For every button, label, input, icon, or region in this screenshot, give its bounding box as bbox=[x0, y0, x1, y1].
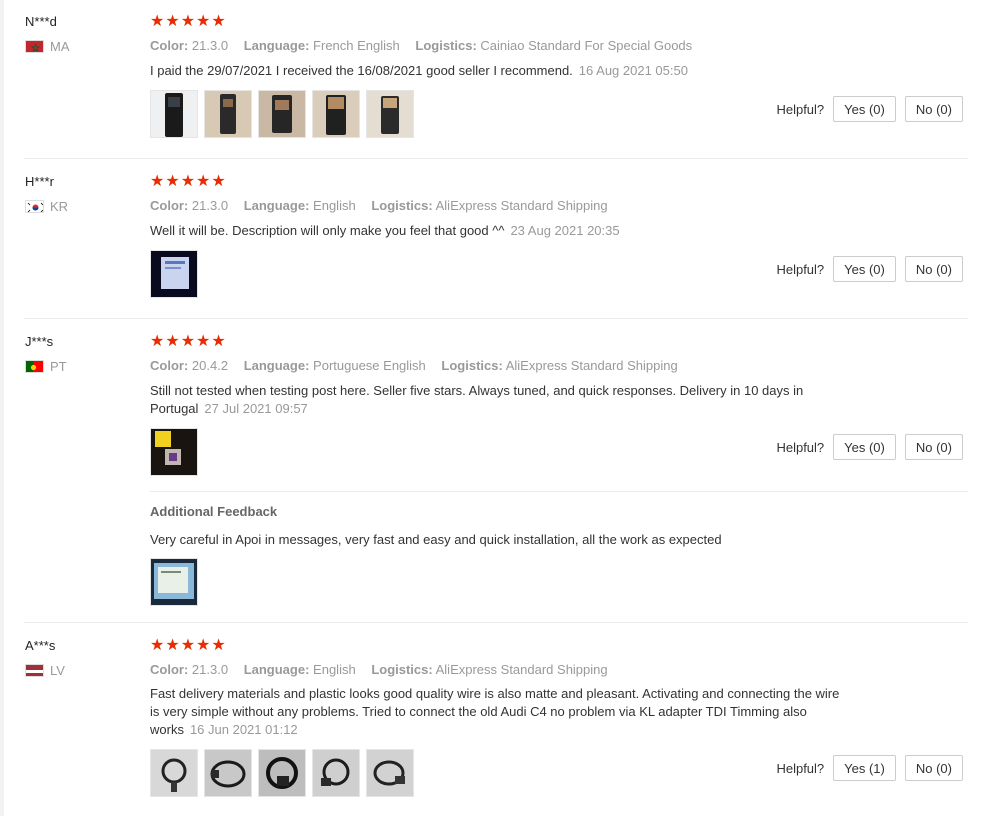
language-label: Language: bbox=[243, 38, 310, 53]
review-attributes: Color: 21.3.0 Language: English Logistic… bbox=[150, 662, 620, 677]
page-left-edge bbox=[0, 0, 4, 816]
language-label: Language: bbox=[243, 358, 310, 373]
star-rating: ★★★★★ bbox=[150, 333, 227, 350]
review-photo[interactable] bbox=[312, 90, 360, 138]
review-photo[interactable] bbox=[312, 749, 360, 797]
language-value: English bbox=[313, 662, 356, 677]
helpful-yes-button[interactable]: Yes (0) bbox=[833, 96, 896, 122]
helpful-label: Helpful? bbox=[776, 101, 825, 117]
color-value: 20.4.2 bbox=[191, 358, 229, 373]
logistics-value: AliExpress Standard Shipping bbox=[435, 198, 608, 213]
review-date: 16 Aug 2021 05:50 bbox=[578, 63, 688, 78]
color-label: Color: bbox=[150, 358, 189, 373]
additional-feedback-title: Additional Feedback bbox=[150, 504, 278, 519]
color-value: 21.3.0 bbox=[191, 662, 229, 677]
star-rating: ★★★★★ bbox=[150, 173, 227, 190]
country-code: LV bbox=[50, 663, 65, 678]
additional-feedback-text: Very careful in Apoi in messages, very f… bbox=[150, 532, 722, 547]
reviewer-country: MA bbox=[25, 39, 70, 54]
star-rating: ★★★★★ bbox=[150, 637, 227, 654]
review-text: Well it will be. Description will only m… bbox=[150, 222, 850, 240]
flag-pt-icon bbox=[25, 360, 44, 373]
review-images bbox=[150, 90, 414, 138]
review-date: 23 Aug 2021 20:35 bbox=[510, 223, 620, 238]
review-photo[interactable] bbox=[366, 90, 414, 138]
country-code: PT bbox=[50, 359, 67, 374]
review-photo[interactable] bbox=[258, 90, 306, 138]
helpful-controls: Helpful? Yes (0) No (0) bbox=[776, 434, 963, 460]
flag-kr-icon bbox=[25, 200, 44, 213]
reviewer-name: A***s bbox=[25, 638, 56, 653]
flag-ma-icon bbox=[25, 40, 44, 53]
logistics-value: Cainiao Standard For Special Goods bbox=[480, 38, 693, 53]
star-rating: ★★★★★ bbox=[150, 13, 227, 30]
review-text: Still not tested when testing post here.… bbox=[150, 382, 850, 418]
reviewer-name: J***s bbox=[25, 334, 54, 349]
color-value: 21.3.0 bbox=[191, 38, 229, 53]
review-photo[interactable] bbox=[150, 428, 198, 476]
review-date: 16 Jun 2021 01:12 bbox=[189, 722, 298, 737]
language-value: English bbox=[313, 198, 356, 213]
helpful-yes-button[interactable]: Yes (0) bbox=[833, 256, 896, 282]
review-attributes: Color: 20.4.2 Language: Portuguese Engli… bbox=[150, 358, 690, 373]
review-images bbox=[150, 250, 198, 298]
reviewer-country: PT bbox=[25, 359, 67, 374]
review-date: 27 Jul 2021 09:57 bbox=[204, 401, 308, 416]
color-label: Color: bbox=[150, 38, 189, 53]
review-separator bbox=[24, 318, 968, 319]
logistics-label: Logistics: bbox=[415, 38, 477, 53]
review-separator bbox=[24, 622, 968, 623]
language-label: Language: bbox=[243, 662, 310, 677]
helpful-no-button[interactable]: No (0) bbox=[904, 256, 963, 282]
color-label: Color: bbox=[150, 662, 189, 677]
logistics-label: Logistics: bbox=[441, 358, 503, 373]
helpful-yes-button[interactable]: Yes (0) bbox=[833, 434, 896, 460]
logistics-label: Logistics: bbox=[371, 198, 433, 213]
language-value: French English bbox=[313, 38, 400, 53]
review-photo[interactable] bbox=[366, 749, 414, 797]
language-value: Portuguese English bbox=[313, 358, 426, 373]
helpful-controls: Helpful? Yes (0) No (0) bbox=[776, 96, 963, 122]
additional-feedback-separator bbox=[150, 491, 968, 492]
helpful-label: Helpful? bbox=[776, 760, 825, 776]
review-photo[interactable] bbox=[204, 749, 252, 797]
helpful-controls: Helpful? Yes (0) No (0) bbox=[776, 256, 963, 282]
logistics-value: AliExpress Standard Shipping bbox=[435, 662, 608, 677]
review-photo[interactable] bbox=[150, 558, 198, 606]
helpful-no-button[interactable]: No (0) bbox=[904, 96, 963, 122]
review-photo[interactable] bbox=[150, 250, 198, 298]
review-photo[interactable] bbox=[150, 749, 198, 797]
reviewer-name: H***r bbox=[25, 174, 54, 189]
language-label: Language: bbox=[243, 198, 310, 213]
additional-feedback-images bbox=[150, 558, 198, 606]
helpful-yes-button[interactable]: Yes (1) bbox=[833, 755, 896, 781]
helpful-label: Helpful? bbox=[776, 261, 825, 277]
helpful-no-button[interactable]: No (0) bbox=[904, 755, 963, 781]
color-value: 21.3.0 bbox=[191, 198, 229, 213]
review-body: I paid the 29/07/2021 I received the 16/… bbox=[150, 63, 573, 78]
country-code: KR bbox=[50, 199, 69, 214]
review-photo[interactable] bbox=[150, 90, 198, 138]
review-body: Well it will be. Description will only m… bbox=[150, 223, 505, 238]
review-photo[interactable] bbox=[258, 749, 306, 797]
review-separator bbox=[24, 158, 968, 159]
review-text: Fast delivery materials and plastic look… bbox=[150, 685, 850, 739]
country-code: MA bbox=[50, 39, 70, 54]
review-photo[interactable] bbox=[204, 90, 252, 138]
review-attributes: Color: 21.3.0 Language: English Logistic… bbox=[150, 198, 620, 213]
review-images bbox=[150, 428, 198, 476]
flag-lv-icon bbox=[25, 664, 44, 677]
review-attributes: Color: 21.3.0 Language: French English L… bbox=[150, 38, 704, 53]
color-label: Color: bbox=[150, 198, 189, 213]
helpful-label: Helpful? bbox=[776, 439, 825, 455]
logistics-value: AliExpress Standard Shipping bbox=[505, 358, 678, 373]
review-images bbox=[150, 749, 414, 797]
reviewer-country: LV bbox=[25, 663, 65, 678]
reviewer-name: N***d bbox=[25, 14, 57, 29]
helpful-no-button[interactable]: No (0) bbox=[904, 434, 963, 460]
review-text: I paid the 29/07/2021 I received the 16/… bbox=[150, 62, 850, 80]
logistics-label: Logistics: bbox=[371, 662, 433, 677]
helpful-controls: Helpful? Yes (1) No (0) bbox=[776, 755, 963, 781]
reviewer-country: KR bbox=[25, 199, 68, 214]
